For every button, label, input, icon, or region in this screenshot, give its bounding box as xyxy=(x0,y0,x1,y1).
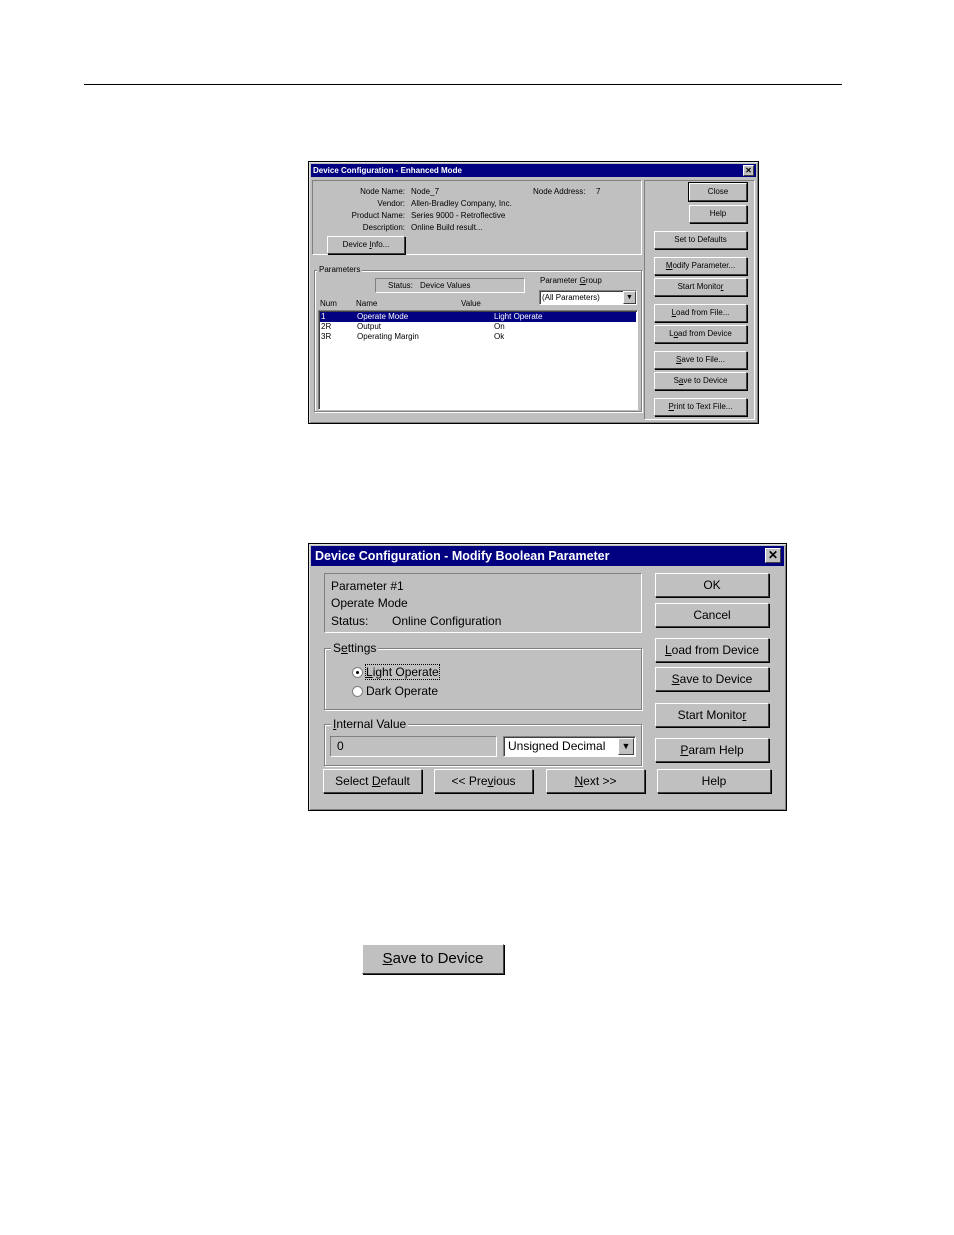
param-help-button[interactable]: Param Help xyxy=(655,738,769,762)
settings-group xyxy=(324,648,642,710)
parameter-list[interactable]: 1 Operate Mode Light Operate 2R Output O… xyxy=(318,310,638,410)
help-button[interactable]: Help xyxy=(689,205,747,223)
modify-parameter-button[interactable]: Modify Parameter... xyxy=(654,257,747,275)
column-header-value: Value xyxy=(461,299,481,308)
save-to-device-button[interactable]: Save to Device xyxy=(655,667,769,691)
enhanced-mode-dialog: Device Configuration - Enhanced Mode ✕ N… xyxy=(308,161,759,424)
node-name-label: Node Name: xyxy=(360,187,405,196)
product-name-value: Series 9000 - Retroflective xyxy=(411,211,506,220)
load-from-device-button[interactable]: Load from Device xyxy=(655,638,769,662)
description-label: Description: xyxy=(362,223,405,232)
status-label: Status: xyxy=(331,614,369,628)
chevron-down-icon[interactable]: ▼ xyxy=(623,291,636,304)
node-address-value: 7 xyxy=(596,187,601,196)
load-from-device-button[interactable]: Load from Device xyxy=(654,325,747,343)
parameter-number: Parameter #1 xyxy=(331,579,404,593)
enhanced-title-bar: Device Configuration - Enhanced Mode ✕ xyxy=(311,164,756,177)
radio-dark-operate-label[interactable]: Dark Operate xyxy=(366,684,438,698)
parameter-group-dropdown[interactable]: (All Parameters) ▼ xyxy=(539,290,637,305)
parameter-group-value: (All Parameters) xyxy=(542,293,600,302)
modify-boolean-parameter-dialog: Device Configuration - Modify Boolean Pa… xyxy=(308,543,787,811)
set-to-defaults-button[interactable]: Set to Defaults xyxy=(654,231,747,249)
radio-dark-operate[interactable] xyxy=(352,686,363,697)
column-header-name: Name xyxy=(356,299,378,308)
next-button[interactable]: Next >> xyxy=(546,769,645,793)
internal-value-legend: Internal Value xyxy=(331,717,409,731)
list-item[interactable]: 3R Operating Margin Ok xyxy=(320,332,636,342)
radio-light-operate-label[interactable]: Light Operate xyxy=(365,664,440,680)
cancel-button[interactable]: Cancel xyxy=(655,603,769,627)
list-item[interactable]: 2R Output On xyxy=(320,322,636,332)
page-header-rule xyxy=(84,84,842,85)
ok-button[interactable]: OK xyxy=(655,573,769,597)
save-to-device-button[interactable]: Save to Device xyxy=(654,372,747,390)
start-monitor-button[interactable]: Start Monitor xyxy=(654,278,747,296)
node-address-label: Node Address: xyxy=(533,187,586,196)
save-to-device-button-illustration[interactable]: Save to Device xyxy=(362,944,504,974)
format-value: Unsigned Decimal xyxy=(508,739,606,753)
internal-value-field: 0 xyxy=(330,736,497,757)
status-value: Online Configuration xyxy=(392,614,502,628)
device-info-button[interactable]: Device Info... xyxy=(327,236,405,254)
parameter-group-label: Parameter Group xyxy=(540,276,602,285)
save-to-file-button[interactable]: Save to File... xyxy=(654,351,747,369)
enhanced-title: Device Configuration - Enhanced Mode xyxy=(313,166,462,175)
settings-legend: Settings xyxy=(331,641,379,655)
product-name-label: Product Name: xyxy=(351,211,405,220)
status-box: Status: Device Values xyxy=(375,278,525,293)
device-info-panel: Node Name: Node_7 Vendor: Allen-Bradley … xyxy=(312,180,642,255)
format-dropdown[interactable]: Unsigned Decimal ▼ xyxy=(503,736,636,757)
status-label: Status: xyxy=(388,281,413,290)
radio-light-operate[interactable] xyxy=(352,667,363,678)
list-item[interactable]: 1 Operate Mode Light Operate xyxy=(320,312,636,322)
parameter-name: Operate Mode xyxy=(331,596,408,610)
modify-title-bar: Device Configuration - Modify Boolean Pa… xyxy=(311,546,784,566)
previous-button[interactable]: << Previous xyxy=(434,769,533,793)
select-default-button[interactable]: Select Default xyxy=(323,769,422,793)
print-to-text-file-button[interactable]: Print to Text File... xyxy=(654,398,747,416)
modify-title: Device Configuration - Modify Boolean Pa… xyxy=(315,549,610,563)
help-button[interactable]: Help xyxy=(657,769,771,793)
start-monitor-button[interactable]: Start Monitor xyxy=(655,703,769,727)
parameters-legend: Parameters xyxy=(317,265,363,274)
load-from-file-button[interactable]: Load from File... xyxy=(654,304,747,322)
node-name-value: Node_7 xyxy=(411,187,440,196)
parameter-info-panel: Parameter #1 Operate Mode Status: Online… xyxy=(324,573,642,633)
close-icon[interactable]: ✕ xyxy=(743,165,754,176)
chevron-down-icon[interactable]: ▼ xyxy=(618,738,634,755)
description-value: Online Build result... xyxy=(411,223,483,232)
close-icon[interactable]: ✕ xyxy=(765,548,781,563)
status-value: Device Values xyxy=(420,281,471,290)
vendor-label: Vendor: xyxy=(377,199,405,208)
close-button[interactable]: Close xyxy=(688,182,748,202)
vendor-value: Allen-Bradley Company, Inc. xyxy=(411,199,512,208)
column-header-num: Num xyxy=(320,299,337,308)
